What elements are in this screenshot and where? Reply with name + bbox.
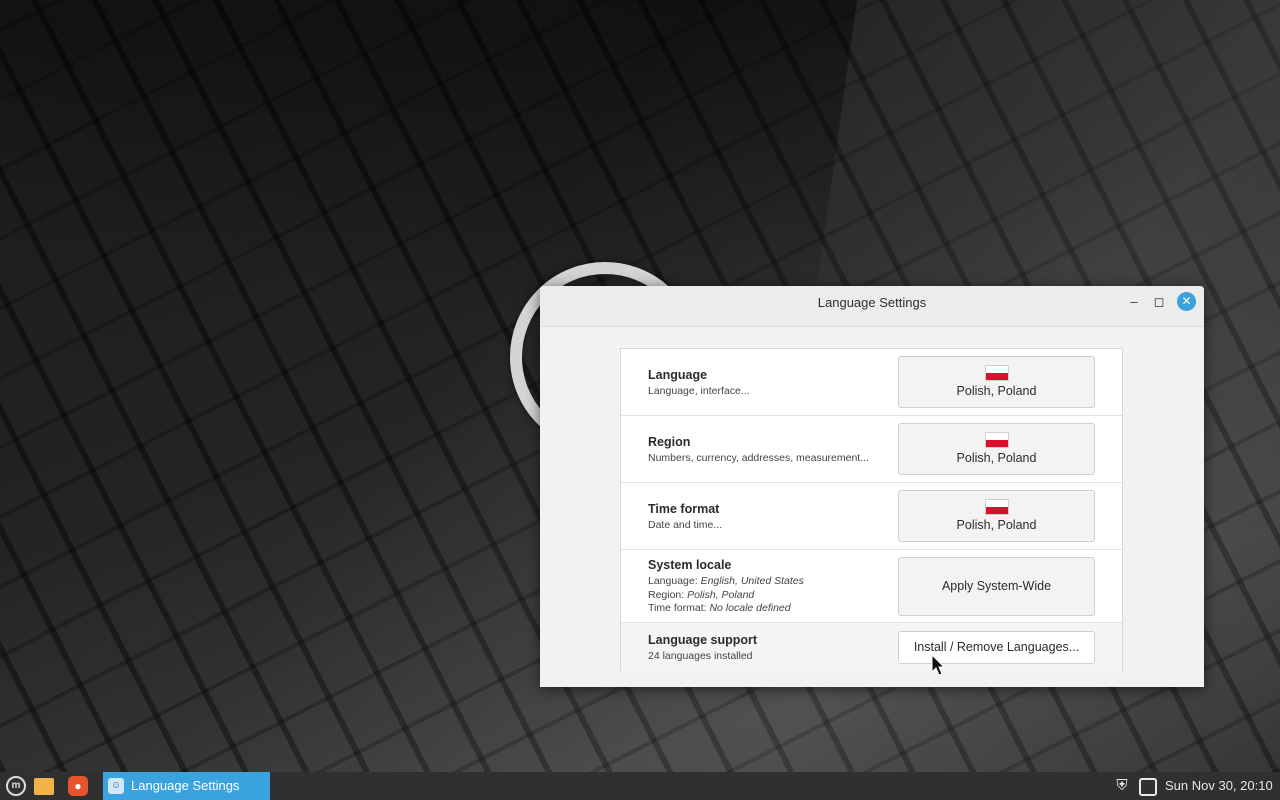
mint-menu-icon[interactable]: m [6,776,26,796]
notification-icon[interactable] [1139,778,1157,796]
row-title: Time format [648,502,720,516]
row-description: 24 languages installed [648,650,753,662]
region-button[interactable]: Polish, Poland [898,423,1095,475]
locale-time-value: No locale defined [709,602,791,614]
locale-details: Language: English, United States Region:… [648,575,804,616]
language-settings-window: Language Settings – ◻ ✕ Language Languag… [540,286,1204,687]
shield-icon[interactable]: ⛨ [1113,777,1131,795]
titlebar[interactable]: Language Settings – ◻ ✕ [540,286,1204,327]
mouse-pointer-icon [931,654,945,676]
firefox-icon[interactable]: ● [68,776,88,796]
time-format-button[interactable]: Polish, Poland [898,490,1095,542]
region-label: Region Numbers, currency, addresses, mea… [648,435,869,466]
minimize-button[interactable]: – [1124,292,1144,312]
button-label: Polish, Poland [956,518,1037,532]
row-description: Date and time... [648,519,723,531]
install-remove-languages-button[interactable]: Install / Remove Languages... [898,631,1095,664]
poland-flag-icon [984,432,1009,448]
close-button[interactable]: ✕ [1177,292,1196,311]
language-support-label: Language support 24 languages installed [648,633,757,664]
locale-region-line: Region: Polish, Poland [648,589,804,603]
row-title: Language support [648,633,758,647]
locale-time-key: Time format: [648,602,707,614]
row-description: Language, interface... [648,385,750,397]
locale-language-value: English, United States [700,575,804,587]
language-button[interactable]: Polish, Poland [898,356,1095,408]
taskbar: m ● ☺ Language Settings ⛨ Sun Nov 30, 20… [0,772,1280,800]
language-label: Language Language, interface... [648,368,750,399]
locale-language-key: Language: [648,575,698,587]
poland-flag-icon [984,365,1009,381]
language-row: Language Language, interface... Polish, … [621,349,1122,416]
language-support-row: Language support 24 languages installed … [621,623,1122,671]
locale-language-line: Language: English, United States [648,575,804,589]
locale-region-key: Region: [648,588,685,601]
row-title: System locale [648,558,732,572]
row-description: Numbers, currency, addresses, measuremen… [648,452,869,464]
taskbar-task-language-settings[interactable]: ☺ Language Settings [103,772,270,800]
row-title: Region [648,435,691,449]
task-label: Language Settings [131,778,240,793]
clock[interactable]: Sun Nov 30, 20:10 [1165,772,1273,800]
system-locale-label: System locale Language: English, United … [648,558,804,616]
system-locale-row: System locale Language: English, United … [621,550,1122,623]
button-label: Polish, Poland [956,451,1037,465]
row-title: Language [648,368,708,382]
region-row: Region Numbers, currency, addresses, mea… [621,416,1122,483]
time-format-label: Time format Date and time... [648,502,722,533]
button-label: Apply System-Wide [941,579,1052,593]
time-format-row: Time format Date and time... Polish, Pol… [621,483,1122,550]
language-settings-app-icon: ☺ [108,778,124,794]
apply-system-wide-button[interactable]: Apply System-Wide [898,557,1095,616]
poland-flag-icon [984,499,1009,515]
locale-time-line: Time format: No locale defined [648,602,804,616]
locale-region-value: Polish, Poland [687,588,755,601]
maximize-button[interactable]: ◻ [1149,292,1169,312]
folder-icon[interactable] [34,778,54,795]
settings-panel: Language Language, interface... Polish, … [620,348,1123,671]
button-label: Polish, Poland [956,384,1037,398]
button-label: Install / Remove Languages... [913,640,1080,654]
window-title: Language Settings [817,295,927,310]
